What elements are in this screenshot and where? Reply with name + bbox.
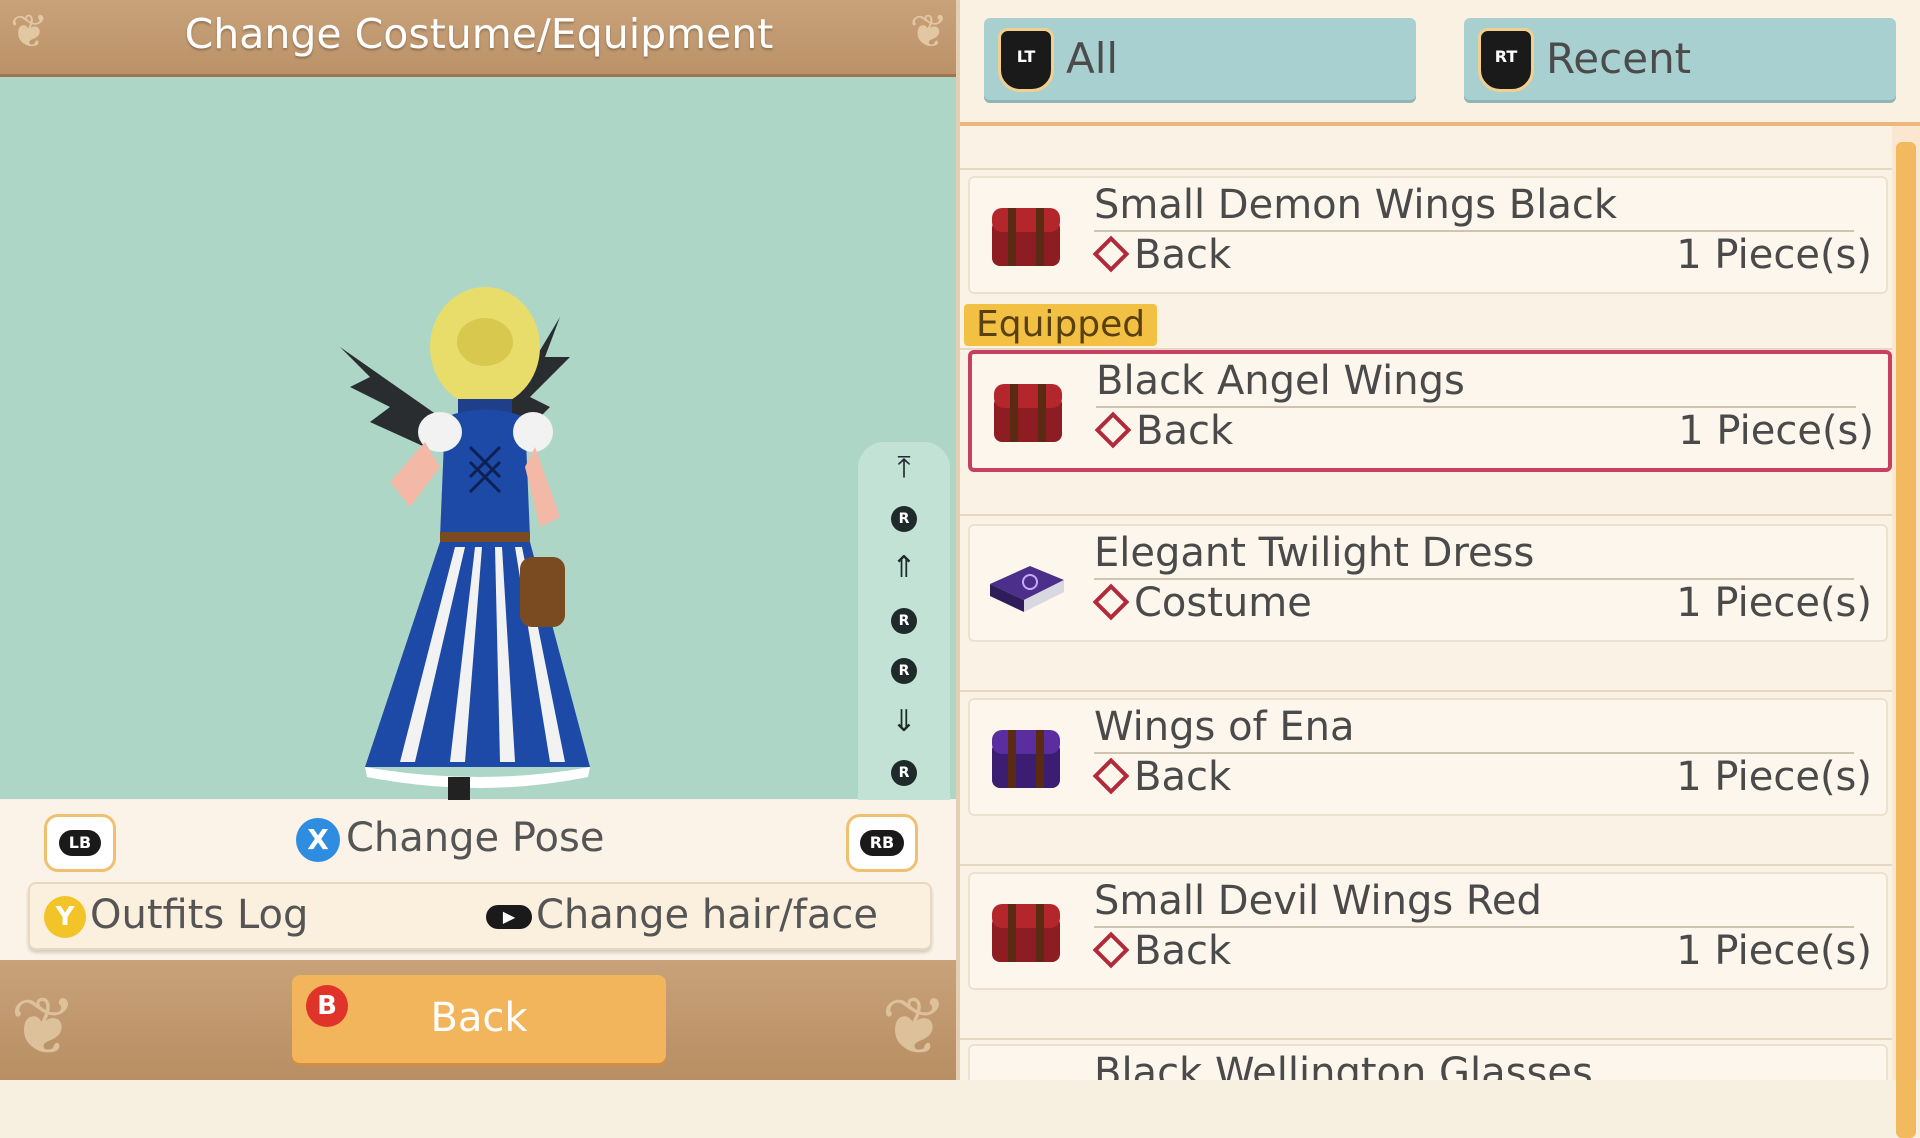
scrollbar[interactable]	[1892, 126, 1920, 1138]
item-quantity: 1 Piece(s)	[1676, 580, 1872, 626]
x-button-icon: X	[296, 818, 340, 862]
tab-recent[interactable]: RT Recent	[1464, 18, 1896, 100]
item-quantity: 1 Piece(s)	[1676, 754, 1872, 800]
item-name: Black Wellington Glasses	[1094, 1050, 1593, 1080]
preview-panel: ❦ Change Costume/Equipment ❦ ⤒ R ⇑ R R ⇓…	[0, 0, 958, 1080]
filter-tabs: LT All RT Recent	[960, 0, 1920, 126]
item-category: Back	[1094, 408, 1234, 454]
list-item[interactable]: Small Demon Wings Black Back 1 Piece(s)	[968, 176, 1888, 294]
item-name: Small Devil Wings Red	[1094, 878, 1542, 924]
item-category: Back	[1092, 232, 1232, 278]
list-divider	[960, 690, 1892, 692]
hint-box: Y Outfits Log ▶ Change hair/face	[28, 882, 932, 950]
list-divider	[960, 1038, 1892, 1040]
item-name: Wings of Ena	[1094, 704, 1355, 750]
item-category-label: Back	[1134, 928, 1232, 974]
back-label: Back	[430, 995, 528, 1041]
outfits-log-button[interactable]: Y Outfits Log	[44, 892, 308, 938]
diamond-icon	[1094, 411, 1132, 449]
tab-all-label: All	[1066, 34, 1119, 83]
page-title: Change Costume/Equipment	[184, 10, 774, 58]
stick-icon: ▶	[486, 905, 532, 929]
back-button[interactable]: B Back	[292, 975, 666, 1063]
rb-button[interactable]: RB	[846, 814, 918, 872]
ornament-bottom-right: ❦	[880, 980, 948, 1073]
title-bar: ❦ Change Costume/Equipment ❦	[0, 0, 958, 77]
ornament-right: ❦	[909, 4, 948, 58]
y-button-icon: Y	[44, 896, 86, 938]
diamond-icon	[1092, 583, 1130, 621]
r-stick-left-icon[interactable]: R	[858, 600, 950, 640]
item-name: Elegant Twilight Dress	[1094, 530, 1535, 576]
list-item[interactable]: Elegant Twilight Dress Costume 1 Piece(s…	[968, 524, 1888, 642]
item-name: Small Demon Wings Black	[1094, 182, 1618, 228]
item-category-label: Costume	[1134, 580, 1312, 626]
character-preview[interactable]: ⤒ R ⇑ R R ⇓ R ⤓	[0, 77, 958, 870]
red-chest-icon	[992, 208, 1060, 266]
character-model	[340, 287, 590, 839]
item-quantity: 1 Piece(s)	[1676, 928, 1872, 974]
diamond-icon	[1092, 757, 1130, 795]
red-chest-icon	[994, 384, 1062, 442]
list-divider	[960, 168, 1892, 170]
lb-button[interactable]: LB	[44, 814, 116, 872]
item-category: Back	[1092, 928, 1232, 974]
item-list: Small Demon Wings Black Back 1 Piece(s) …	[960, 126, 1892, 1080]
list-item-selected[interactable]: Black Angel Wings Back 1 Piece(s)	[968, 350, 1892, 472]
list-item[interactable]: Small Devil Wings Red Back 1 Piece(s)	[968, 872, 1888, 990]
purple-chest-icon	[992, 730, 1060, 788]
diamond-icon	[1092, 235, 1130, 273]
lb-label: LB	[58, 830, 102, 856]
change-hair-face-label: Change hair/face	[536, 892, 878, 938]
zoom-in-icon[interactable]: ⇑	[858, 548, 950, 588]
item-category-label: Back	[1134, 232, 1232, 278]
item-name: Black Angel Wings	[1096, 358, 1465, 404]
item-category-label: Back	[1136, 408, 1234, 454]
list-item[interactable]: Wings of Ena Back 1 Piece(s)	[968, 698, 1888, 816]
list-divider	[960, 514, 1892, 516]
rt-trigger-icon: RT	[1478, 28, 1534, 92]
ornament-bottom-left: ❦	[10, 980, 78, 1073]
tab-recent-label: Recent	[1546, 34, 1692, 83]
change-pose-label: Change Pose	[346, 815, 605, 861]
outfits-log-label: Outfits Log	[90, 892, 309, 938]
r-stick-down-icon[interactable]: R	[858, 752, 950, 792]
equipped-badge: Equipped	[964, 304, 1158, 346]
change-hair-face-button[interactable]: ▶ Change hair/face	[486, 892, 878, 938]
scrollbar-thumb[interactable]	[1896, 142, 1916, 1138]
item-category: Costume	[1092, 580, 1312, 626]
change-pose-button[interactable]: X Change Pose	[296, 815, 604, 862]
list-divider	[960, 864, 1892, 866]
tab-all[interactable]: LT All	[984, 18, 1416, 100]
lt-trigger-icon: LT	[998, 28, 1054, 92]
item-category: Back	[1092, 754, 1232, 800]
r-stick-up-icon[interactable]: R	[858, 498, 950, 538]
diamond-icon	[1092, 931, 1130, 969]
purple-box-icon	[990, 566, 1064, 612]
zoom-out-icon[interactable]: ⇓	[858, 702, 950, 742]
rb-label: RB	[859, 830, 905, 856]
r-stick-right-icon[interactable]: R	[858, 650, 950, 690]
list-item[interactable]: Black Wellington Glasses	[968, 1044, 1888, 1080]
top-icon[interactable]: ⤒	[858, 448, 950, 488]
item-quantity: 1 Piece(s)	[1678, 408, 1874, 454]
item-quantity: 1 Piece(s)	[1676, 232, 1872, 278]
red-chest-icon	[992, 904, 1060, 962]
item-category-label: Back	[1134, 754, 1232, 800]
